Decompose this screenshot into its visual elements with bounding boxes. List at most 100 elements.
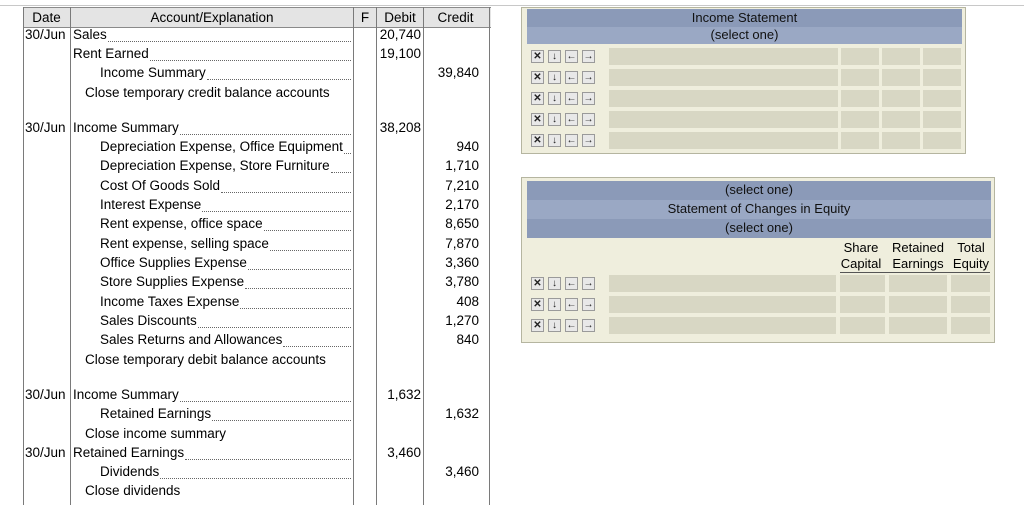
is-account-cell[interactable] xyxy=(609,132,838,149)
row-account[interactable]: Dividends xyxy=(100,464,159,479)
delete-row-icon[interactable]: ✕ xyxy=(531,319,544,332)
is-amount-cell[interactable] xyxy=(882,132,920,149)
sce-account-cell[interactable] xyxy=(609,275,836,292)
indent-icon[interactable]: → xyxy=(582,134,595,147)
row-credit[interactable]: 2,170 xyxy=(424,197,479,212)
insert-row-icon[interactable]: ↓ xyxy=(548,134,561,147)
indent-icon[interactable]: → xyxy=(582,298,595,311)
row-credit[interactable]: 408 xyxy=(424,294,479,309)
indent-icon[interactable]: → xyxy=(582,92,595,105)
insert-row-icon[interactable]: ↓ xyxy=(548,298,561,311)
sce-retained-earnings-cell[interactable] xyxy=(889,275,947,292)
sce-select-top[interactable]: (select one) xyxy=(527,181,991,200)
row-credit[interactable]: 3,360 xyxy=(424,255,479,270)
row-account[interactable]: Office Supplies Expense xyxy=(100,255,247,270)
delete-row-icon[interactable]: ✕ xyxy=(531,134,544,147)
is-amount-cell[interactable] xyxy=(882,69,920,86)
is-amount-cell[interactable] xyxy=(882,111,920,128)
row-credit[interactable]: 1,632 xyxy=(424,406,479,421)
indent-icon[interactable]: → xyxy=(582,319,595,332)
row-account[interactable]: Sales Discounts xyxy=(100,313,197,328)
outdent-icon[interactable]: ← xyxy=(565,71,578,84)
row-account[interactable]: Store Supplies Expense xyxy=(100,274,244,289)
outdent-icon[interactable]: ← xyxy=(565,50,578,63)
row-debit[interactable]: 1,632 xyxy=(377,387,421,402)
row-account[interactable]: Close temporary credit balance accounts xyxy=(85,85,330,100)
outdent-icon[interactable]: ← xyxy=(565,277,578,290)
is-amount-cell[interactable] xyxy=(841,132,879,149)
sce-retained-earnings-cell[interactable] xyxy=(889,317,947,334)
row-account[interactable]: Close temporary debit balance accounts xyxy=(85,352,326,367)
row-account[interactable]: Depreciation Expense, Office Equipment xyxy=(100,139,343,154)
is-amount-cell[interactable] xyxy=(841,69,879,86)
sce-account-cell[interactable] xyxy=(609,317,836,334)
row-account[interactable]: Cost Of Goods Sold xyxy=(100,178,220,193)
delete-row-icon[interactable]: ✕ xyxy=(531,92,544,105)
sce-share-capital-cell[interactable] xyxy=(840,317,885,334)
row-debit[interactable]: 38,208 xyxy=(377,120,421,135)
row-credit[interactable]: 39,840 xyxy=(424,65,479,80)
is-amount-cell[interactable] xyxy=(923,90,961,107)
row-account[interactable]: Close income summary xyxy=(85,426,226,441)
sce-account-cell[interactable] xyxy=(609,296,836,313)
insert-row-icon[interactable]: ↓ xyxy=(548,277,561,290)
row-account[interactable]: Retained Earnings xyxy=(100,406,211,421)
is-account-cell[interactable] xyxy=(609,111,838,128)
row-account[interactable]: Close dividends xyxy=(85,483,180,498)
is-account-cell[interactable] xyxy=(609,69,838,86)
insert-row-icon[interactable]: ↓ xyxy=(548,50,561,63)
is-amount-cell[interactable] xyxy=(841,111,879,128)
insert-row-icon[interactable]: ↓ xyxy=(548,113,561,126)
is-amount-cell[interactable] xyxy=(923,69,961,86)
is-amount-cell[interactable] xyxy=(882,90,920,107)
row-credit[interactable]: 7,870 xyxy=(424,236,479,251)
delete-row-icon[interactable]: ✕ xyxy=(531,277,544,290)
sce-share-capital-cell[interactable] xyxy=(840,296,885,313)
outdent-icon[interactable]: ← xyxy=(565,298,578,311)
sce-select-bottom[interactable]: (select one) xyxy=(527,219,991,238)
outdent-icon[interactable]: ← xyxy=(565,92,578,105)
outdent-icon[interactable]: ← xyxy=(565,134,578,147)
row-account[interactable]: Depreciation Expense, Store Furniture xyxy=(100,158,330,173)
sce-total-equity-cell[interactable] xyxy=(951,275,990,292)
sce-share-capital-cell[interactable] xyxy=(840,275,885,292)
is-account-cell[interactable] xyxy=(609,90,838,107)
row-account[interactable]: Rent expense, office space xyxy=(100,216,263,231)
row-account[interactable]: Retained Earnings xyxy=(73,445,184,460)
delete-row-icon[interactable]: ✕ xyxy=(531,71,544,84)
is-amount-cell[interactable] xyxy=(841,90,879,107)
delete-row-icon[interactable]: ✕ xyxy=(531,113,544,126)
row-debit[interactable]: 19,100 xyxy=(377,46,421,61)
indent-icon[interactable]: → xyxy=(582,113,595,126)
outdent-icon[interactable]: ← xyxy=(565,319,578,332)
sce-retained-earnings-cell[interactable] xyxy=(889,296,947,313)
row-credit[interactable]: 7,210 xyxy=(424,178,479,193)
outdent-icon[interactable]: ← xyxy=(565,113,578,126)
row-credit[interactable]: 1,270 xyxy=(424,313,479,328)
indent-icon[interactable]: → xyxy=(582,71,595,84)
is-amount-cell[interactable] xyxy=(923,48,961,65)
delete-row-icon[interactable]: ✕ xyxy=(531,298,544,311)
row-account[interactable]: Interest Expense xyxy=(100,197,201,212)
is-account-cell[interactable] xyxy=(609,48,838,65)
row-credit[interactable]: 8,650 xyxy=(424,216,479,231)
row-credit[interactable]: 1,710 xyxy=(424,158,479,173)
row-credit[interactable]: 940 xyxy=(424,139,479,154)
is-amount-cell[interactable] xyxy=(923,132,961,149)
insert-row-icon[interactable]: ↓ xyxy=(548,71,561,84)
delete-row-icon[interactable]: ✕ xyxy=(531,50,544,63)
row-debit[interactable]: 3,460 xyxy=(377,445,421,460)
row-account[interactable]: Rent Earned xyxy=(73,46,149,61)
insert-row-icon[interactable]: ↓ xyxy=(548,92,561,105)
row-account[interactable]: Rent expense, selling space xyxy=(100,236,269,251)
is-amount-cell[interactable] xyxy=(841,48,879,65)
row-account[interactable]: Income Summary xyxy=(73,387,179,402)
row-account[interactable]: Sales xyxy=(73,27,107,42)
sce-total-equity-cell[interactable] xyxy=(951,317,990,334)
row-account[interactable]: Sales Returns and Allowances xyxy=(100,332,282,347)
insert-row-icon[interactable]: ↓ xyxy=(548,319,561,332)
row-credit[interactable]: 840 xyxy=(424,332,479,347)
row-debit[interactable]: 20,740 xyxy=(377,27,421,42)
row-account[interactable]: Income Taxes Expense xyxy=(100,294,239,309)
is-amount-cell[interactable] xyxy=(923,111,961,128)
